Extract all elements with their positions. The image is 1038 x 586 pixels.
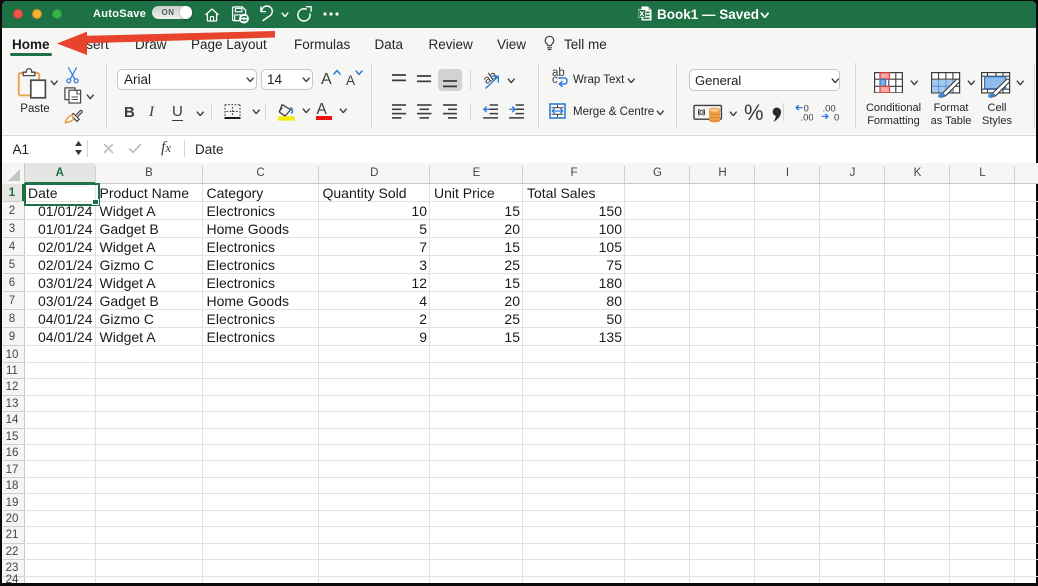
svg-text:.00: .00	[800, 112, 813, 121]
svg-text:0: 0	[834, 112, 839, 121]
